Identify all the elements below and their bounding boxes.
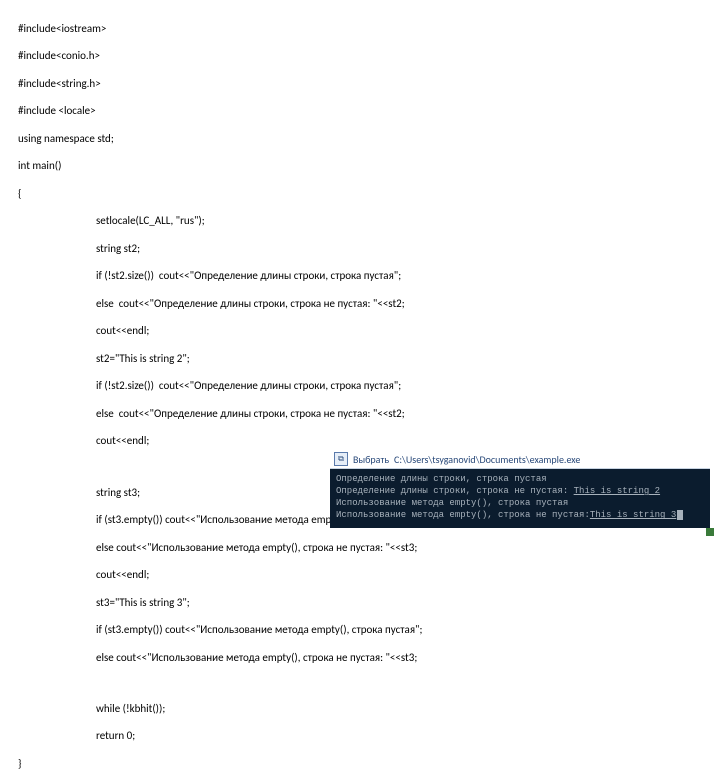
code-line: #include <locale> — [18, 104, 710, 118]
console-line: Определение длины строки, строка не пуст… — [336, 485, 704, 497]
code-line: st3="This is string 3"; — [18, 596, 710, 610]
code-line: setlocale(LC_ALL, "rus"); — [18, 214, 710, 228]
console-output: Определение длины строки, строка пустая … — [330, 469, 710, 528]
code-line: using namespace std; — [18, 132, 710, 146]
console-line: Определение длины строки, строка пустая — [336, 473, 704, 485]
code-line: #include<conio.h> — [18, 49, 710, 63]
console-window: ⧉ Выбрать C:\Users\tsyganovid\Documents\… — [330, 450, 710, 528]
code-line: return 0; — [18, 729, 710, 743]
corner-accent-icon — [706, 528, 714, 536]
code-line: st2="This is string 2"; — [18, 352, 710, 366]
code-line: if (!st2.size()) cout<<"Определение длин… — [18, 269, 710, 283]
code-line: #include<iostream> — [18, 22, 710, 36]
code-line: else cout<<"Определение длины строки, ст… — [18, 297, 710, 311]
code-line: { — [18, 187, 710, 201]
console-title-path: C:\Users\tsyganovid\Documents\example.ex… — [394, 453, 580, 466]
code-line: #include<string.h> — [18, 77, 710, 91]
code-line: else cout<<"Определение длины строки, ст… — [18, 407, 710, 421]
code-block: #include<iostream> #include<conio.h> #in… — [0, 0, 720, 784]
code-line: string st2; — [18, 242, 710, 256]
code-line: if (!st2.size()) cout<<"Определение длин… — [18, 379, 710, 393]
code-line: int main() — [18, 159, 710, 173]
code-line: else cout<<"Использование метода empty()… — [18, 541, 710, 555]
console-icon: ⧉ — [334, 452, 348, 466]
console-line: Использование метода empty(), строка не … — [336, 509, 704, 521]
code-line: cout<<endl; — [18, 324, 710, 338]
console-line: Использование метода empty(), строка пус… — [336, 497, 704, 509]
code-line: } — [18, 757, 710, 771]
console-title-prefix: Выбрать — [353, 453, 389, 466]
code-line: cout<<endl; — [18, 568, 710, 582]
console-titlebar: ⧉ Выбрать C:\Users\tsyganovid\Documents\… — [330, 450, 710, 469]
cursor-icon — [677, 510, 683, 520]
code-line: else cout<<"Использование метода empty()… — [18, 651, 710, 665]
code-line: while (!kbhit()); — [18, 702, 710, 716]
code-line: if (st3.empty()) cout<<"Использование ме… — [18, 623, 710, 637]
code-line: cout<<endl; — [18, 434, 710, 448]
